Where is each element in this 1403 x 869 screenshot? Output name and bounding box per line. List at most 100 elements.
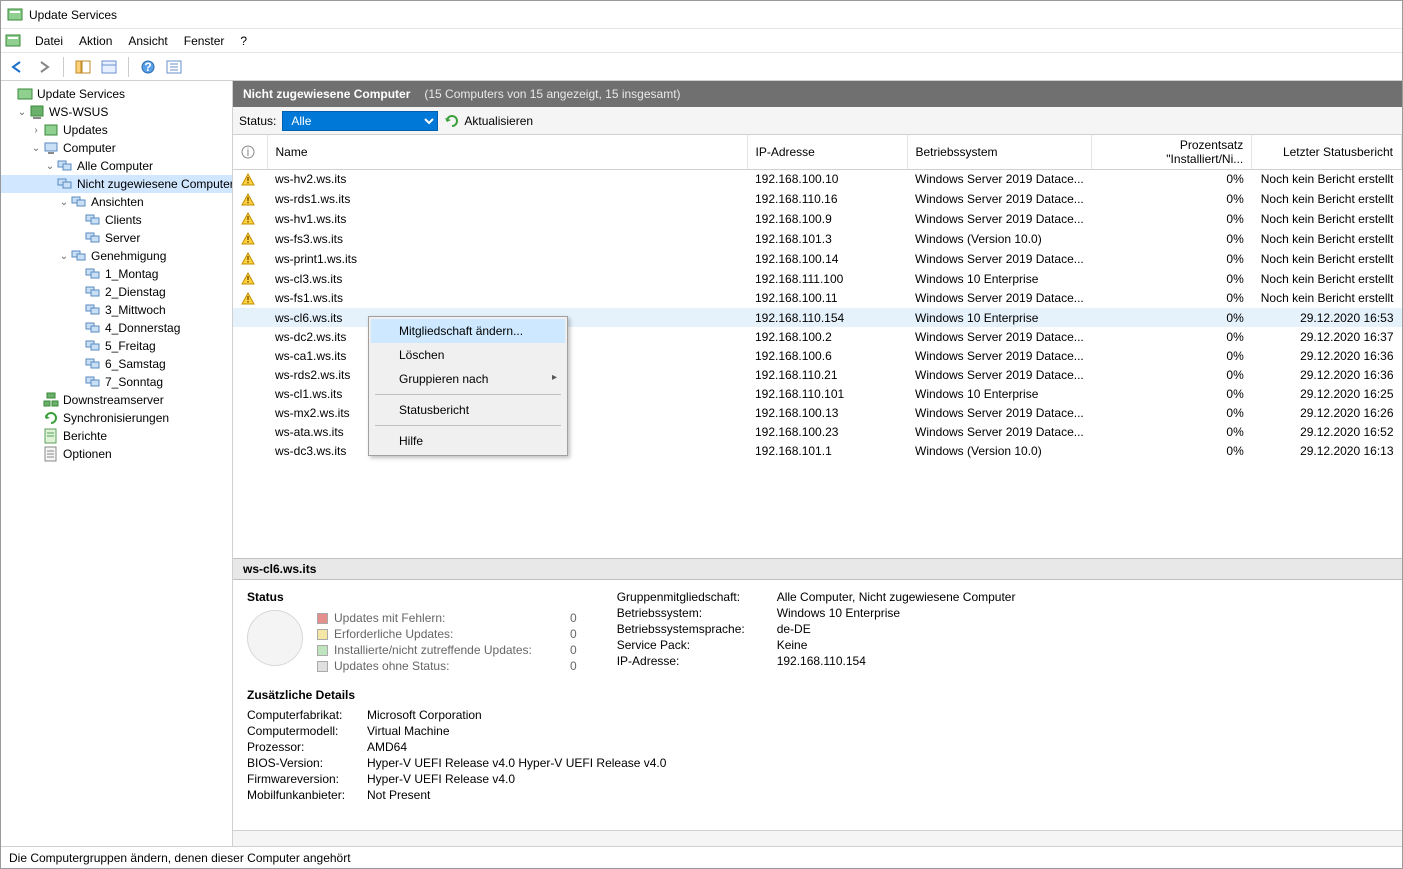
column-header[interactable]: Prozentsatz "Installiert/Ni... xyxy=(1092,135,1252,170)
value-sp: Keine xyxy=(777,638,1016,652)
separator xyxy=(375,394,561,395)
tree-reports[interactable]: Berichte xyxy=(1,427,232,445)
status-dropdown[interactable]: Alle xyxy=(282,111,438,131)
cell-pct: 0% xyxy=(1092,346,1252,365)
show-tree-button[interactable] xyxy=(72,56,94,78)
app-icon-small xyxy=(5,33,21,49)
value-bios: Hyper-V UEFI Release v4.0 Hyper-V UEFI R… xyxy=(367,756,1388,770)
forward-button[interactable] xyxy=(33,56,55,78)
tree-options[interactable]: Optionen xyxy=(1,445,232,463)
refresh-icon xyxy=(444,113,460,129)
ctx-group-by[interactable]: Gruppieren nach xyxy=(371,367,565,391)
column-header[interactable]: IP-Adresse xyxy=(747,135,907,170)
table-row[interactable]: ws-hv2.ws.its192.168.100.10Windows Serve… xyxy=(233,170,1402,190)
statusbar: Die Computergruppen ändern, denen dieser… xyxy=(1,846,1402,868)
tree-views[interactable]: ⌄Ansichten xyxy=(1,193,232,211)
tree-clients[interactable]: Clients xyxy=(1,211,232,229)
tree-day-6[interactable]: 7_Sonntag xyxy=(1,373,232,391)
tree-unassigned[interactable]: Nicht zugewiesene Computer xyxy=(1,175,232,193)
table-row[interactable]: ws-print1.ws.its192.168.100.14Windows Se… xyxy=(233,249,1402,269)
ctx-status-report[interactable]: Statusbericht xyxy=(371,398,565,422)
cell-pct: 0% xyxy=(1092,365,1252,384)
value-os: Windows 10 Enterprise xyxy=(777,606,1016,620)
tree-updates[interactable]: ›Updates xyxy=(1,121,232,139)
status-pie-icon xyxy=(247,610,303,666)
menubar: Datei Aktion Ansicht Fenster ? xyxy=(1,29,1402,53)
warning-icon xyxy=(241,173,255,187)
tree-day-0[interactable]: 1_Montag xyxy=(1,265,232,283)
cell-pct: 0% xyxy=(1092,308,1252,327)
table-row[interactable]: ws-fs1.ws.its192.168.100.11Windows Serve… xyxy=(233,288,1402,308)
tree-allcomputers[interactable]: ⌄Alle Computer xyxy=(1,157,232,175)
cell-os: Windows 10 Enterprise xyxy=(907,308,1092,327)
menu-fenster[interactable]: Fenster xyxy=(176,34,233,48)
column-header[interactable]: Betriebssystem xyxy=(907,135,1092,170)
legend-swatch-icon xyxy=(317,613,328,624)
toolbar: ? xyxy=(1,53,1402,81)
cell-name: ws-print1.ws.its xyxy=(267,249,747,269)
cell-last: Noch kein Bericht erstellt xyxy=(1252,269,1402,289)
cell-os: Windows Server 2019 Datace... xyxy=(907,403,1092,422)
value-ip: 192.168.110.154 xyxy=(777,654,1016,668)
cell-last: 29.12.2020 16:37 xyxy=(1252,327,1402,346)
tree-day-2[interactable]: 3_Mittwoch xyxy=(1,301,232,319)
menu-datei[interactable]: Datei xyxy=(27,34,71,48)
menu-help[interactable]: ? xyxy=(232,34,255,48)
tree-day-5[interactable]: 6_Samstag xyxy=(1,355,232,373)
tree-downstream[interactable]: Downstreamserver xyxy=(1,391,232,409)
tree-panel[interactable]: Update Services ⌄WS-WSUS ›Updates ⌄Compu… xyxy=(1,81,233,846)
ctx-help[interactable]: Hilfe xyxy=(371,429,565,453)
tree-server[interactable]: ⌄WS-WSUS xyxy=(1,103,232,121)
extra-heading: Zusätzliche Details xyxy=(247,688,1388,702)
back-button[interactable] xyxy=(7,56,29,78)
legend-item: Installierte/nicht zutreffende Updates:0 xyxy=(317,642,577,658)
ctx-delete[interactable]: Löschen xyxy=(371,343,565,367)
ctx-change-membership[interactable]: Mitgliedschaft ändern... xyxy=(371,319,565,343)
help-button[interactable]: ? xyxy=(137,56,159,78)
horizontal-scrollbar[interactable] xyxy=(233,830,1402,846)
cell-last: 29.12.2020 16:26 xyxy=(1252,403,1402,422)
tree-root[interactable]: Update Services xyxy=(1,85,232,103)
label-model: Computermodell: xyxy=(247,724,357,738)
status-label: Status: xyxy=(239,114,276,128)
tree-approval[interactable]: ⌄Genehmigung xyxy=(1,247,232,265)
column-header[interactable]: Letzter Statusbericht xyxy=(1252,135,1402,170)
tree-day-4[interactable]: 5_Freitag xyxy=(1,337,232,355)
table-row[interactable]: ws-hv1.ws.its192.168.100.9Windows Server… xyxy=(233,209,1402,229)
table-row[interactable]: ws-cl3.ws.its192.168.111.100Windows 10 E… xyxy=(233,269,1402,289)
tree-computer[interactable]: ⌄Computer xyxy=(1,139,232,157)
value-mobile: Not Present xyxy=(367,788,1388,802)
cell-last: 29.12.2020 16:13 xyxy=(1252,441,1402,460)
header-title: Nicht zugewiesene Computer xyxy=(243,87,410,101)
cell-ip: 192.168.110.154 xyxy=(747,308,907,327)
cell-name: ws-fs3.ws.its xyxy=(267,229,747,249)
cell-pct: 0% xyxy=(1092,249,1252,269)
menu-ansicht[interactable]: Ansicht xyxy=(120,34,175,48)
separator xyxy=(128,57,129,77)
label-bios: BIOS-Version: xyxy=(247,756,357,770)
cell-last: Noch kein Bericht erstellt xyxy=(1252,189,1402,209)
label-group: Gruppenmitgliedschaft: xyxy=(617,590,767,604)
cell-ip: 192.168.101.1 xyxy=(747,441,907,460)
properties-button[interactable] xyxy=(163,56,185,78)
refresh-button[interactable]: Aktualisieren xyxy=(444,113,533,129)
table-row[interactable]: ws-rds1.ws.its192.168.110.16Windows Serv… xyxy=(233,189,1402,209)
cell-last: 29.12.2020 16:25 xyxy=(1252,384,1402,403)
table-row[interactable]: ws-fs3.ws.its192.168.101.3Windows (Versi… xyxy=(233,229,1402,249)
tree-day-1[interactable]: 2_Dienstag xyxy=(1,283,232,301)
legend-item: Updates mit Fehlern:0 xyxy=(317,610,577,626)
tree-sync[interactable]: Synchronisierungen xyxy=(1,409,232,427)
tree-servernode[interactable]: Server xyxy=(1,229,232,247)
cell-last: 29.12.2020 16:52 xyxy=(1252,422,1402,441)
value-make: Microsoft Corporation xyxy=(367,708,1388,722)
column-header[interactable]: Name xyxy=(267,135,747,170)
legend-swatch-icon xyxy=(317,661,328,672)
label-ip: IP-Adresse: xyxy=(617,654,767,668)
menu-aktion[interactable]: Aktion xyxy=(71,34,120,48)
view-button[interactable] xyxy=(98,56,120,78)
value-fw: Hyper-V UEFI Release v4.0 xyxy=(367,772,1388,786)
tree-day-3[interactable]: 4_Donnerstag xyxy=(1,319,232,337)
column-header[interactable]: i xyxy=(233,135,267,170)
legend-item: Updates ohne Status:0 xyxy=(317,658,577,674)
computer-grid[interactable]: iNameIP-AdresseBetriebssystemProzentsatz… xyxy=(233,135,1402,558)
